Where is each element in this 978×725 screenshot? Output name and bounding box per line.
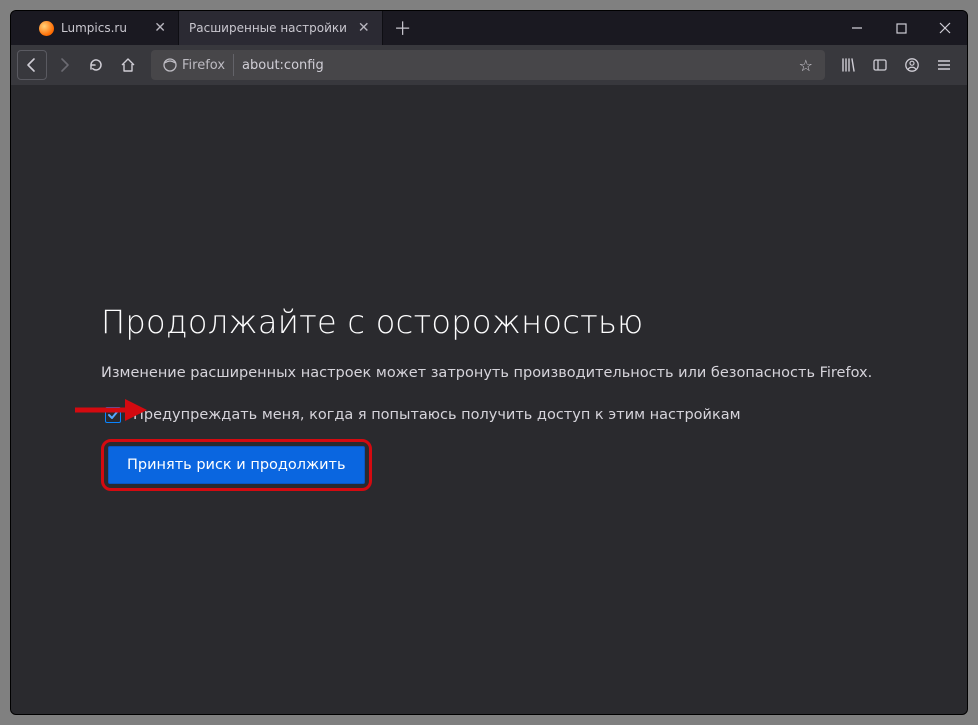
bookmark-star-icon[interactable]: ☆ (791, 56, 821, 75)
navigation-toolbar: Firefox about:config ☆ (11, 45, 967, 85)
tab-label: Lumpics.ru (61, 21, 143, 35)
close-window-button[interactable] (923, 11, 967, 45)
close-tab-icon[interactable]: ✕ (354, 19, 374, 37)
identity-label: Firefox (182, 58, 225, 73)
firefox-icon (163, 58, 177, 72)
url-text: about:config (234, 58, 791, 73)
tab-strip: Lumpics.ru ✕ Расширенные настройки ✕ ＋ (11, 11, 967, 45)
warning-heading: Продолжайте с осторожностью (101, 303, 967, 341)
account-button[interactable] (897, 50, 927, 80)
tab-lumpics[interactable]: Lumpics.ru ✕ (29, 11, 179, 45)
sidebar-button[interactable] (865, 50, 895, 80)
close-tab-icon[interactable]: ✕ (150, 19, 170, 37)
toolbar-right (833, 50, 961, 80)
browser-window: Lumpics.ru ✕ Расширенные настройки ✕ ＋ (10, 10, 968, 715)
minimize-button[interactable] (835, 11, 879, 45)
back-button[interactable] (17, 50, 47, 80)
reload-button[interactable] (81, 50, 111, 80)
annotation-arrow-icon (71, 395, 147, 425)
identity-box[interactable]: Firefox (155, 54, 234, 76)
url-bar[interactable]: Firefox about:config ☆ (151, 50, 825, 80)
about-config-warning: Продолжайте с осторожностью Изменение ра… (11, 85, 967, 714)
forward-button[interactable] (49, 50, 79, 80)
maximize-button[interactable] (879, 11, 923, 45)
favicon-icon (39, 21, 54, 36)
accept-risk-button[interactable]: Принять риск и продолжить (108, 446, 365, 484)
library-button[interactable] (833, 50, 863, 80)
app-menu-button[interactable] (929, 50, 959, 80)
tab-label: Расширенные настройки (189, 21, 347, 35)
home-button[interactable] (113, 50, 143, 80)
warning-description: Изменение расширенных настроек может зат… (101, 365, 967, 381)
warning-checkbox-label: Предупреждать меня, когда я попытаюсь по… (133, 407, 741, 423)
warning-checkbox-row: Предупреждать меня, когда я попытаюсь по… (105, 407, 967, 423)
annotation-highlight: Принять риск и продолжить (101, 439, 372, 491)
tab-about-config[interactable]: Расширенные настройки ✕ (179, 10, 383, 45)
window-controls (835, 11, 967, 45)
new-tab-button[interactable]: ＋ (387, 12, 419, 44)
